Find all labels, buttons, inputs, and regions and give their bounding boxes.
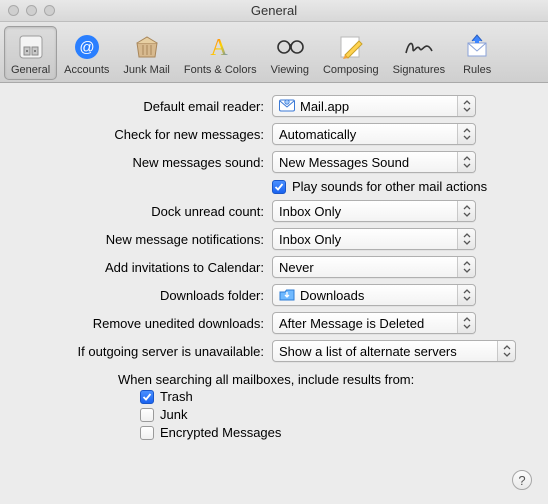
svg-text:A: A <box>211 35 229 61</box>
search-encrypted-checkbox[interactable]: Encrypted Messages <box>140 425 530 440</box>
general-icon <box>15 31 47 63</box>
window-title: General <box>0 3 548 18</box>
popup-arrows-icon <box>457 313 475 333</box>
default-reader-popup[interactable]: Mail.app <box>272 95 476 117</box>
play-sounds-label: Play sounds for other mail actions <box>292 179 487 194</box>
notifications-popup[interactable]: Inbox Only <box>272 228 476 250</box>
tab-junk-mail[interactable]: Junk Mail <box>116 26 176 80</box>
popup-arrows-icon <box>457 257 475 277</box>
tab-signatures[interactable]: Signatures <box>386 26 453 80</box>
popup-arrows-icon <box>457 96 475 116</box>
rules-icon <box>461 31 493 63</box>
window-controls <box>8 5 55 16</box>
checkbox-box <box>140 426 154 440</box>
remove-downloads-value: After Message is Deleted <box>279 316 424 331</box>
tab-label: Fonts & Colors <box>184 64 257 76</box>
junkmail-icon <box>131 31 163 63</box>
calendar-label: Add invitations to Calendar: <box>10 260 272 275</box>
notifications-label: New message notifications: <box>10 232 272 247</box>
search-trash-checkbox[interactable]: Trash <box>140 389 530 404</box>
search-heading: When searching all mailboxes, include re… <box>118 372 530 387</box>
checkbox-box <box>272 180 286 194</box>
fonts-icon: A <box>204 31 236 63</box>
remove-downloads-label: Remove unedited downloads: <box>10 316 272 331</box>
dock-count-label: Dock unread count: <box>10 204 272 219</box>
close-window-button[interactable] <box>8 5 19 16</box>
dock-count-popup[interactable]: Inbox Only <box>272 200 476 222</box>
default-reader-value: Mail.app <box>300 99 349 114</box>
viewing-icon <box>274 31 306 63</box>
popup-arrows-icon <box>497 341 515 361</box>
tab-fonts-colors[interactable]: A Fonts & Colors <box>177 26 264 80</box>
search-trash-label: Trash <box>160 389 193 404</box>
tab-label: Composing <box>323 64 379 76</box>
mail-app-icon <box>279 98 295 114</box>
composing-icon <box>335 31 367 63</box>
tab-label: Junk Mail <box>123 64 169 76</box>
outgoing-value: Show a list of alternate servers <box>279 344 457 359</box>
dock-count-value: Inbox Only <box>279 204 341 219</box>
titlebar: General <box>0 0 548 22</box>
default-reader-label: Default email reader: <box>10 99 272 114</box>
downloads-folder-icon <box>279 287 295 303</box>
sound-popup[interactable]: New Messages Sound <box>272 151 476 173</box>
search-encrypted-label: Encrypted Messages <box>160 425 281 440</box>
popup-arrows-icon <box>457 201 475 221</box>
tab-viewing[interactable]: Viewing <box>264 26 316 80</box>
checkbox-box <box>140 408 154 422</box>
prefs-toolbar: General @ Accounts Junk Mail A Fonts & C… <box>0 22 548 83</box>
accounts-icon: @ <box>71 31 103 63</box>
minimize-window-button[interactable] <box>26 5 37 16</box>
search-junk-label: Junk <box>160 407 187 422</box>
help-button[interactable]: ? <box>512 470 532 490</box>
tab-label: Viewing <box>271 64 309 76</box>
tab-accounts[interactable]: @ Accounts <box>57 26 116 80</box>
sound-label: New messages sound: <box>10 155 272 170</box>
tab-label: Signatures <box>393 64 446 76</box>
popup-arrows-icon <box>457 285 475 305</box>
outgoing-label: If outgoing server is unavailable: <box>10 344 272 359</box>
downloads-value: Downloads <box>300 288 364 303</box>
help-icon: ? <box>518 473 525 488</box>
downloads-popup[interactable]: Downloads <box>272 284 476 306</box>
tab-composing[interactable]: Composing <box>316 26 386 80</box>
tab-general[interactable]: General <box>4 26 57 80</box>
calendar-popup[interactable]: Never <box>272 256 476 278</box>
prefs-content: Default email reader: Mail.app Check for… <box>0 83 548 455</box>
checkbox-box <box>140 390 154 404</box>
popup-arrows-icon <box>457 152 475 172</box>
popup-arrows-icon <box>457 229 475 249</box>
downloads-label: Downloads folder: <box>10 288 272 303</box>
notifications-value: Inbox Only <box>279 232 341 247</box>
search-junk-checkbox[interactable]: Junk <box>140 407 530 422</box>
tab-label: Accounts <box>64 64 109 76</box>
check-messages-popup[interactable]: Automatically <box>272 123 476 145</box>
popup-arrows-icon <box>457 124 475 144</box>
svg-text:@: @ <box>79 39 94 56</box>
sound-value: New Messages Sound <box>279 155 409 170</box>
check-messages-value: Automatically <box>279 127 356 142</box>
tab-label: Rules <box>463 64 491 76</box>
signatures-icon <box>403 31 435 63</box>
play-sounds-checkbox[interactable]: Play sounds for other mail actions <box>272 179 530 194</box>
tab-label: General <box>11 64 50 76</box>
calendar-value: Never <box>279 260 314 275</box>
check-messages-label: Check for new messages: <box>10 127 272 142</box>
tab-rules[interactable]: Rules <box>452 26 502 80</box>
outgoing-popup[interactable]: Show a list of alternate servers <box>272 340 516 362</box>
remove-downloads-popup[interactable]: After Message is Deleted <box>272 312 476 334</box>
zoom-window-button[interactable] <box>44 5 55 16</box>
